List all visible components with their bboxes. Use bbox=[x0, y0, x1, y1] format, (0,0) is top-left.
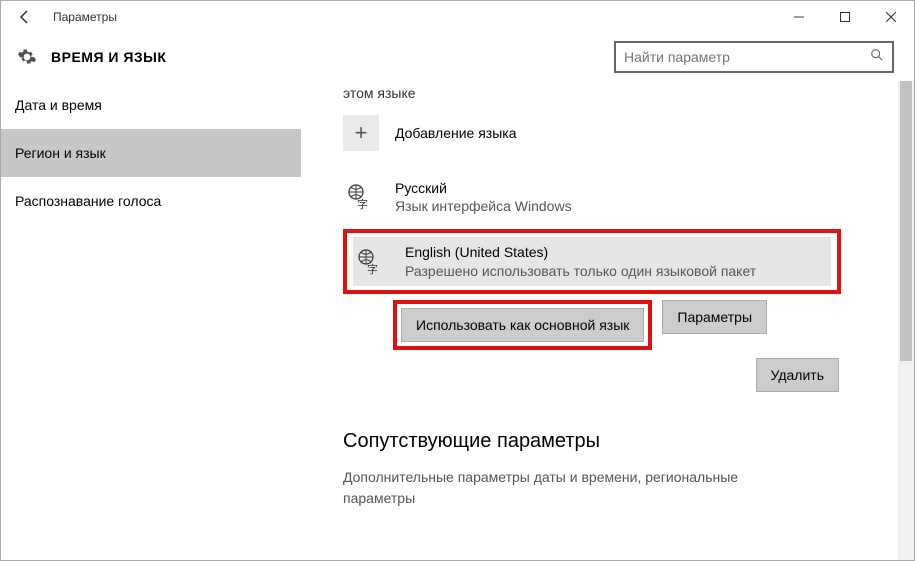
highlight-set-default: Использовать как основной язык bbox=[393, 300, 652, 350]
sidebar-item-label: Распознавание голоса bbox=[15, 193, 161, 209]
titlebar: Параметры bbox=[1, 1, 914, 33]
set-default-button[interactable]: Использовать как основной язык bbox=[401, 308, 644, 342]
highlight-language-english: 字 English (United States) Разрешено испо… bbox=[343, 229, 841, 293]
main-content: этом языке + Добавление языка 字 Русский … bbox=[301, 81, 914, 560]
header: ВРЕМЯ И ЯЗЫК bbox=[1, 33, 914, 81]
language-text: Русский Язык интерфейса Windows bbox=[395, 179, 572, 215]
search-input[interactable] bbox=[624, 49, 870, 65]
settings-window: Параметры ВРЕМЯ И ЯЗЫК Дата и время Реги… bbox=[0, 0, 915, 561]
sidebar-item-label: Регион и язык bbox=[15, 145, 106, 161]
plus-icon: + bbox=[343, 115, 379, 151]
close-button[interactable] bbox=[868, 1, 914, 33]
language-name: Русский bbox=[395, 179, 572, 197]
language-name: English (United States) bbox=[405, 243, 756, 261]
svg-text:字: 字 bbox=[357, 197, 368, 211]
add-language-label: Добавление языка bbox=[395, 125, 517, 141]
window-controls bbox=[776, 1, 914, 33]
minimize-button[interactable] bbox=[776, 1, 822, 33]
language-item-russian[interactable]: 字 Русский Язык интерфейса Windows bbox=[343, 173, 874, 221]
search-wrap bbox=[614, 41, 894, 73]
language-subtitle: Язык интерфейса Windows bbox=[395, 197, 572, 215]
options-button[interactable]: Параметры bbox=[662, 300, 767, 334]
language-text: English (United States) Разрешено исполь… bbox=[405, 243, 756, 279]
sidebar-item-region-language[interactable]: Регион и язык bbox=[1, 129, 301, 177]
gear-icon bbox=[13, 43, 41, 71]
svg-text:字: 字 bbox=[367, 262, 378, 276]
search-box[interactable] bbox=[614, 41, 894, 73]
related-heading: Сопутствующие параметры bbox=[343, 430, 874, 453]
language-actions-row2: Удалить bbox=[393, 358, 839, 392]
truncated-text: этом языке bbox=[343, 85, 874, 101]
body: Дата и время Регион и язык Распознавание… bbox=[1, 81, 914, 560]
back-button[interactable] bbox=[1, 1, 49, 33]
search-icon bbox=[870, 48, 884, 67]
remove-button[interactable]: Удалить bbox=[756, 358, 839, 392]
sidebar-item-speech[interactable]: Распознавание голоса bbox=[1, 177, 301, 225]
sidebar: Дата и время Регион и язык Распознавание… bbox=[1, 81, 301, 560]
maximize-button[interactable] bbox=[822, 1, 868, 33]
sidebar-item-label: Дата и время bbox=[15, 97, 102, 113]
add-language-row[interactable]: + Добавление языка bbox=[343, 111, 874, 155]
language-subtitle: Разрешено использовать только один языко… bbox=[405, 262, 756, 280]
window-title: Параметры bbox=[49, 10, 117, 24]
related-link[interactable]: Дополнительные параметры даты и времени,… bbox=[343, 467, 773, 509]
language-icon: 字 bbox=[355, 246, 387, 278]
sidebar-item-datetime[interactable]: Дата и время bbox=[1, 81, 301, 129]
language-item-english[interactable]: 字 English (United States) Разрешено испо… bbox=[353, 237, 831, 285]
page-title: ВРЕМЯ И ЯЗЫК bbox=[51, 49, 166, 65]
language-icon: 字 bbox=[345, 181, 377, 213]
scrollbar[interactable] bbox=[898, 81, 914, 560]
scrollbar-thumb[interactable] bbox=[900, 81, 912, 361]
language-actions: Использовать как основной язык Параметры bbox=[393, 300, 839, 350]
